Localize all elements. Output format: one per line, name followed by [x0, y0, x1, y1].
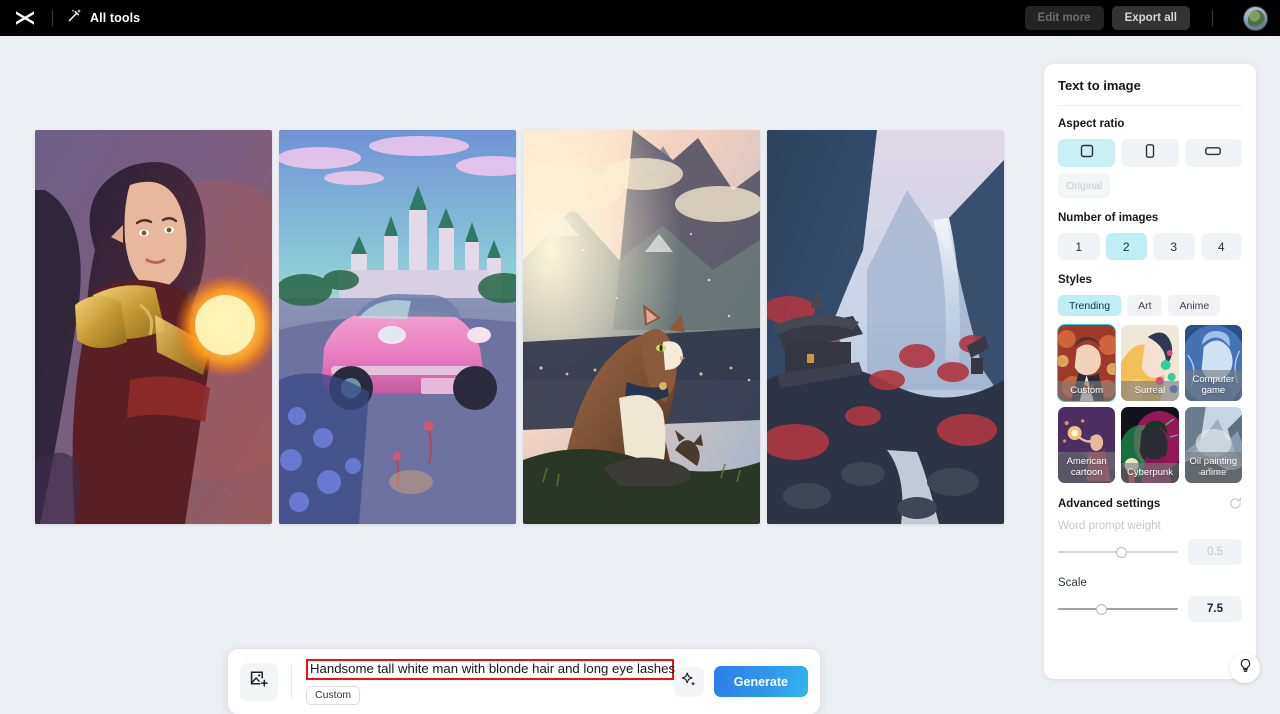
generated-image-3[interactable]: [523, 130, 760, 524]
word-prompt-weight-value[interactable]: 0.5: [1188, 539, 1242, 565]
export-all-button[interactable]: Export all: [1112, 6, 1190, 30]
style-card-oil-painting-anime[interactable]: Oil painting anime: [1185, 407, 1242, 483]
avatar[interactable]: [1243, 6, 1268, 31]
aspect-ratio-options: [1058, 139, 1242, 167]
word-prompt-weight-label: Word prompt weight: [1058, 520, 1242, 532]
lightbulb-icon: [1238, 658, 1253, 678]
number-of-images-options: 1 2 3 4: [1058, 233, 1242, 260]
slider-track: [1058, 608, 1178, 610]
add-image-button[interactable]: [240, 663, 278, 701]
style-chip[interactable]: Custom: [306, 686, 360, 705]
aspect-ratio-portrait[interactable]: [1121, 139, 1178, 167]
style-card-label: Oil painting anime: [1185, 452, 1242, 483]
prompt-highlight-box: Handsome tall white man with blonde hair…: [306, 659, 674, 680]
topbar-divider-2: [1212, 10, 1213, 26]
edit-more-button[interactable]: Edit more: [1025, 6, 1104, 30]
canvas-area: Handsome tall white man with blonde hair…: [0, 36, 1046, 701]
scale-label: Scale: [1058, 577, 1242, 589]
number-of-images-1[interactable]: 1: [1058, 233, 1100, 260]
generated-image-gallery: [35, 130, 1004, 524]
text-to-image-panel: Text to image Aspect ratio: [1044, 64, 1256, 679]
slider-knob[interactable]: [1096, 604, 1107, 615]
topbar-actions: Edit more Export all: [1025, 6, 1268, 31]
aspect-ratio-original: Original: [1058, 173, 1110, 198]
style-card-custom[interactable]: Custom: [1058, 325, 1115, 401]
reset-icon[interactable]: [1229, 497, 1242, 510]
panel-divider: [1058, 105, 1242, 106]
help-button[interactable]: [1230, 653, 1260, 683]
aspect-ratio-label: Aspect ratio: [1058, 118, 1242, 130]
advanced-settings-title: Advanced settings: [1058, 498, 1160, 510]
all-tools-label: All tools: [90, 11, 140, 25]
number-of-images-4[interactable]: 4: [1201, 233, 1243, 260]
number-of-images-2[interactable]: 2: [1106, 233, 1148, 260]
style-card-label: Computer game: [1185, 370, 1242, 401]
prompt-bar: Handsome tall white man with blonde hair…: [228, 649, 820, 714]
add-image-icon: [249, 669, 269, 694]
magic-sparkle-button[interactable]: [674, 667, 704, 697]
advanced-settings-header: Advanced settings: [1058, 497, 1242, 510]
generated-image-2[interactable]: [279, 130, 516, 524]
style-tab-art[interactable]: Art: [1127, 295, 1162, 316]
style-card-label: American cartoon: [1058, 452, 1115, 483]
style-card-label: Cyberpunk: [1121, 463, 1178, 483]
generated-image-4[interactable]: [767, 130, 1004, 524]
number-of-images-label: Number of images: [1058, 212, 1242, 224]
style-card-surreal[interactable]: Surreal: [1121, 325, 1178, 401]
word-prompt-weight-slider[interactable]: [1058, 545, 1178, 559]
style-card-label: Custom: [1058, 381, 1115, 401]
slider-knob[interactable]: [1116, 547, 1127, 558]
generated-image-1[interactable]: [35, 130, 272, 524]
landscape-ratio-icon: [1204, 143, 1222, 164]
panel-title: Text to image: [1058, 78, 1242, 93]
portrait-ratio-icon: [1142, 143, 1158, 164]
capcut-logo-icon[interactable]: [12, 5, 38, 31]
topbar-divider: [52, 10, 53, 26]
square-ratio-icon: [1079, 143, 1095, 164]
magic-wand-icon: [67, 8, 82, 28]
style-tab-trending[interactable]: Trending: [1058, 295, 1121, 316]
style-tab-anime[interactable]: Anime: [1168, 295, 1220, 316]
scale-value[interactable]: 7.5: [1188, 596, 1242, 622]
prompt-input[interactable]: Handsome tall white man with blonde hair…: [310, 661, 670, 677]
scale-slider[interactable]: [1058, 602, 1178, 616]
scale-row: 7.5: [1058, 596, 1242, 622]
word-prompt-weight-row: 0.5: [1058, 539, 1242, 565]
prompt-input-area[interactable]: Handsome tall white man with blonde hair…: [292, 659, 674, 705]
style-card-cyberpunk[interactable]: Cyberpunk: [1121, 407, 1178, 483]
all-tools-button[interactable]: All tools: [67, 8, 140, 28]
aspect-ratio-landscape[interactable]: [1185, 139, 1242, 167]
aspect-ratio-square[interactable]: [1058, 139, 1115, 167]
style-tabs: Trending Art Anime: [1058, 295, 1242, 316]
generate-button[interactable]: Generate: [714, 666, 808, 697]
number-of-images-3[interactable]: 3: [1153, 233, 1195, 260]
style-grid: Custom Surreal: [1058, 325, 1242, 483]
top-bar: All tools Edit more Export all: [0, 0, 1280, 36]
style-card-computer-game[interactable]: Computer game: [1185, 325, 1242, 401]
style-card-label: Surreal: [1121, 381, 1178, 401]
styles-label: Styles: [1058, 274, 1242, 286]
magic-sparkle-icon: [680, 671, 697, 693]
style-card-american-cartoon[interactable]: American cartoon: [1058, 407, 1115, 483]
